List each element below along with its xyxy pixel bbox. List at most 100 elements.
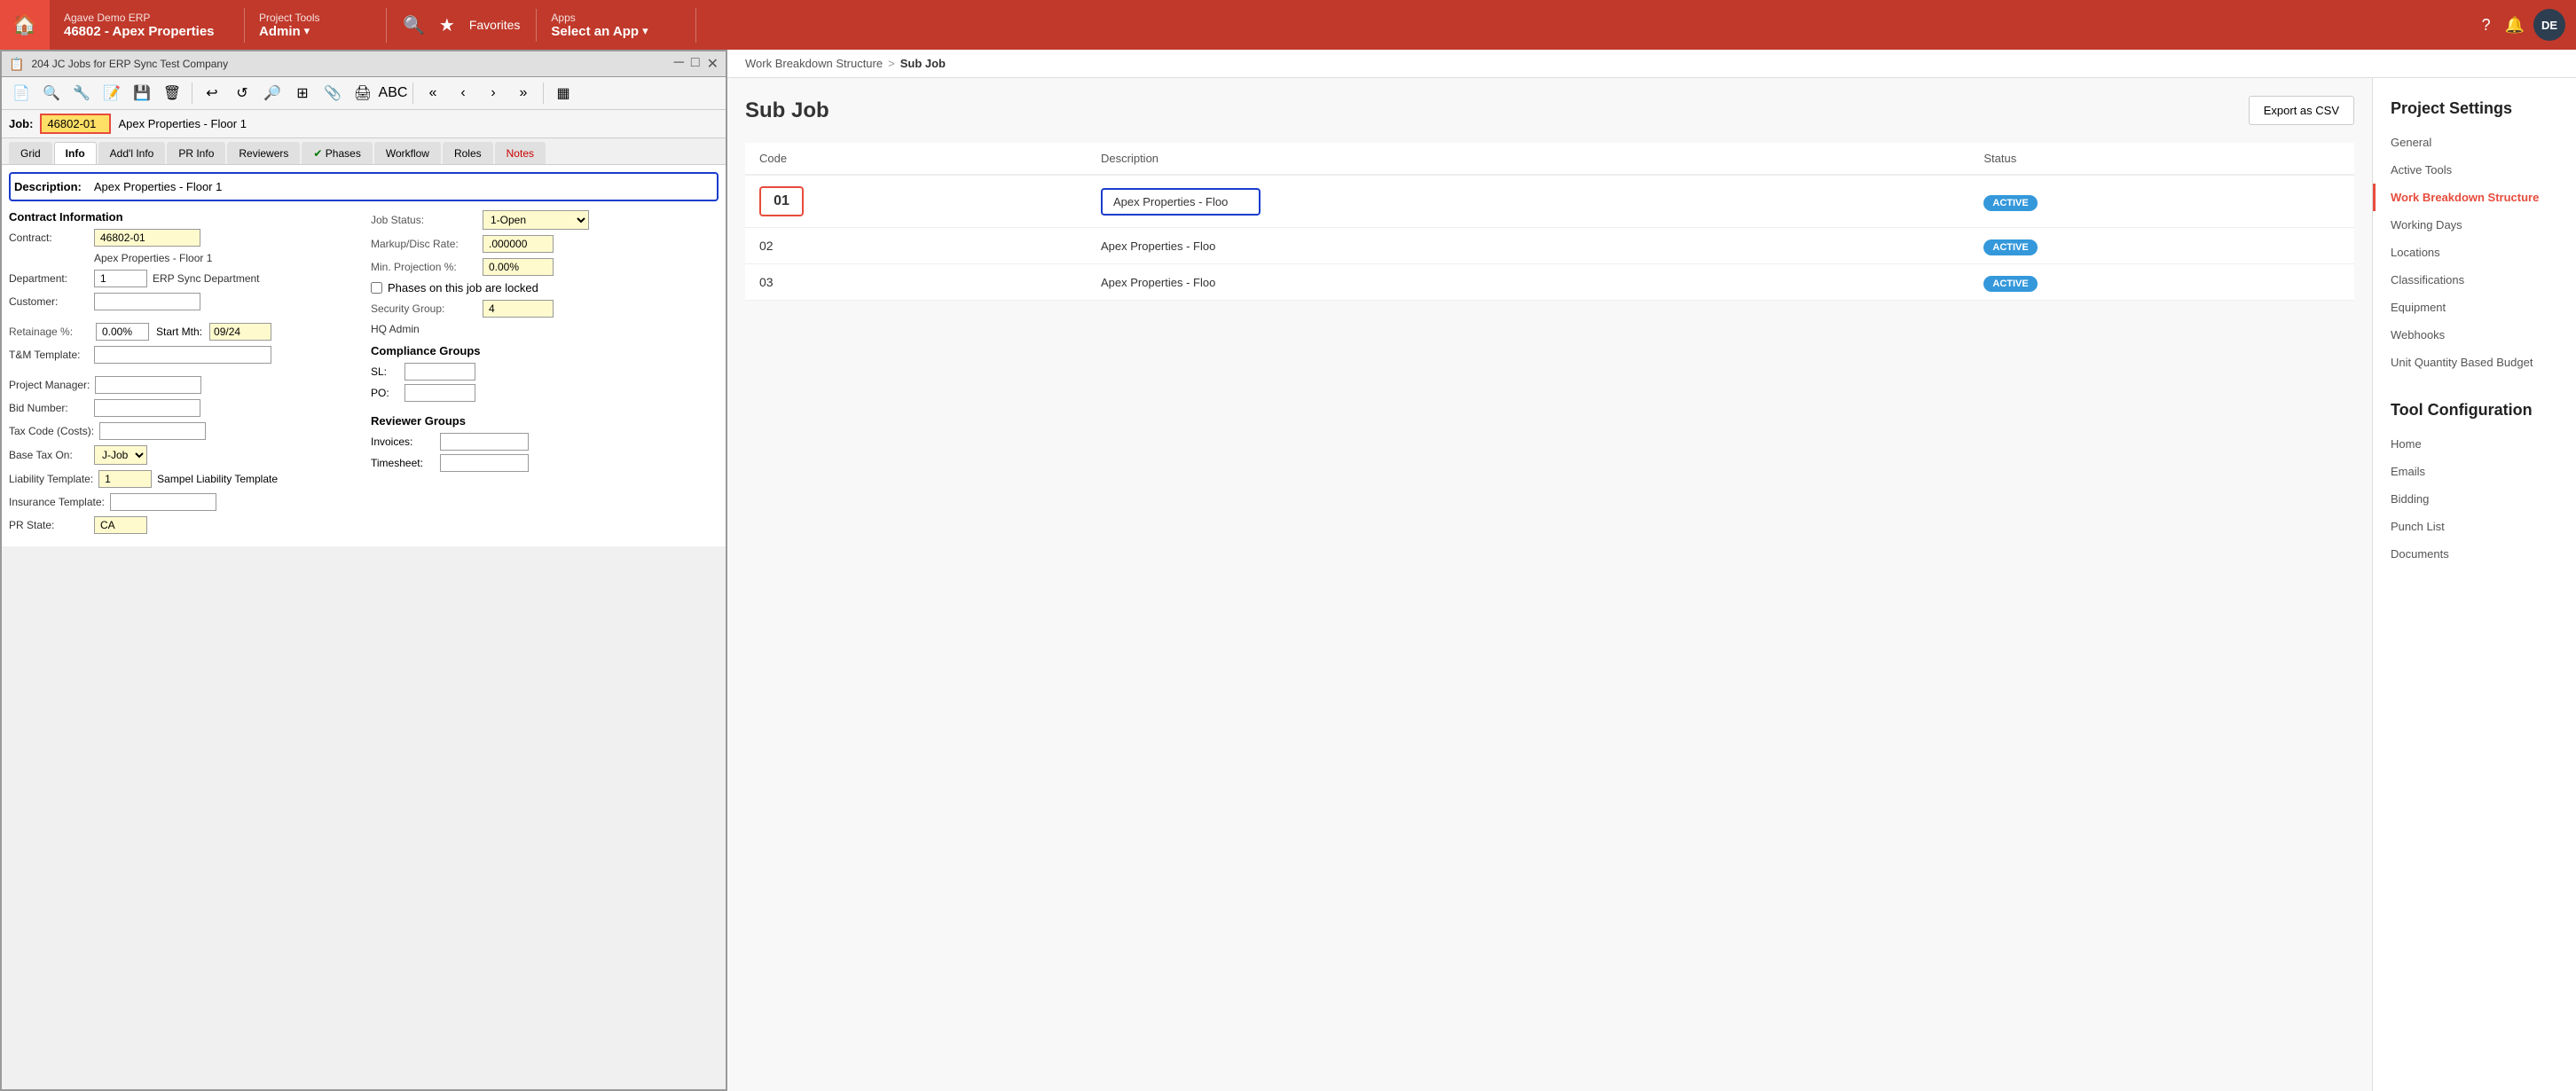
invoices-input[interactable] (440, 433, 529, 451)
favorites-label[interactable]: Favorites (464, 12, 526, 37)
liability-input[interactable] (98, 470, 152, 488)
sidebar-item-documents[interactable]: Documents (2373, 540, 2576, 568)
project-tools-section[interactable]: Project Tools Admin ▾ (245, 8, 387, 43)
new-button[interactable]: 📄 (9, 81, 34, 106)
search-icon[interactable]: 🔍 (397, 9, 430, 42)
sidebar-item-equipment[interactable]: Equipment (2373, 294, 2576, 321)
insurance-input[interactable] (110, 493, 216, 511)
timesheet-input[interactable] (440, 454, 529, 472)
app-title: 204 JC Jobs for ERP Sync Test Company (31, 58, 228, 70)
grid-button[interactable]: ⊞ (290, 81, 315, 106)
contract-input[interactable] (94, 229, 200, 247)
sidebar-item-webhooks[interactable]: Webhooks (2373, 321, 2576, 349)
description-input[interactable] (89, 177, 713, 196)
tax-code-input[interactable] (99, 422, 206, 440)
retainage-input[interactable] (96, 323, 149, 341)
next-button[interactable]: › (481, 81, 506, 106)
erp-project: 46802 - Apex Properties (64, 24, 230, 39)
delete-button[interactable]: 🗑 (160, 81, 185, 106)
export-csv-button[interactable]: Export as CSV (2249, 96, 2354, 125)
tab-info[interactable]: Info (54, 142, 97, 164)
insurance-row: Insurance Template: (9, 493, 357, 511)
save-button[interactable]: 💾 (130, 81, 154, 106)
project-tools-label: Project Tools (259, 12, 372, 24)
department-input[interactable] (94, 270, 147, 287)
tab-reviewers[interactable]: Reviewers (227, 142, 300, 164)
sidebar-item-wbs[interactable]: Work Breakdown Structure (2373, 184, 2576, 211)
tab-pr-info[interactable]: PR Info (167, 142, 225, 164)
pr-state-input[interactable] (94, 516, 147, 534)
home-button[interactable]: 🏠 (0, 0, 50, 50)
job-number-input[interactable] (40, 114, 111, 134)
apps-section[interactable]: Apps Select an App ▾ (537, 8, 696, 43)
undo-button[interactable]: ↩ (200, 81, 224, 106)
phases-locked-row: Phases on this job are locked (371, 281, 719, 294)
close-button[interactable]: ✕ (707, 55, 719, 73)
min-proj-row: Min. Projection %: (371, 258, 719, 276)
sidebar-item-bidding[interactable]: Bidding (2373, 485, 2576, 513)
row1-status: ACTIVE (1969, 175, 2354, 228)
min-proj-label: Min. Projection %: (371, 261, 477, 273)
tab-phases[interactable]: ✔ Phases (302, 142, 372, 164)
base-tax-row: Base Tax On: J-Job (9, 445, 357, 465)
sidebar-item-punch-list[interactable]: Punch List (2373, 513, 2576, 540)
po-input[interactable] (404, 384, 475, 402)
base-tax-select[interactable]: J-Job (94, 445, 147, 465)
sidebar-item-classifications[interactable]: Classifications (2373, 266, 2576, 294)
tab-addl-info[interactable]: Add'l Info (98, 142, 166, 164)
invoices-row: Invoices: (371, 433, 719, 451)
min-proj-input[interactable] (483, 258, 554, 276)
sidebar-item-active-tools[interactable]: Active Tools (2373, 156, 2576, 184)
customer-input[interactable] (94, 293, 200, 310)
tm-template-input[interactable] (94, 346, 271, 364)
sidebar-item-home[interactable]: Home (2373, 430, 2576, 458)
bid-number-input[interactable] (94, 399, 200, 417)
spell-button[interactable]: ABC (381, 81, 405, 106)
help-icon[interactable]: ? (2477, 11, 2496, 40)
zoom-button[interactable]: 🔎 (260, 81, 285, 106)
start-mth-input[interactable] (209, 323, 271, 341)
table-row[interactable]: 01 Apex Properties - Floo ACTIVE (745, 175, 2354, 228)
sidebar-item-locations[interactable]: Locations (2373, 239, 2576, 266)
security-group-input[interactable] (483, 300, 554, 318)
sidebar-item-uqbb[interactable]: Unit Quantity Based Budget (2373, 349, 2576, 376)
sidebar-item-emails[interactable]: Emails (2373, 458, 2576, 485)
breadcrumb-parent[interactable]: Work Breakdown Structure (745, 57, 883, 70)
star-icon[interactable]: ★ (434, 9, 460, 42)
user-avatar[interactable]: DE (2533, 9, 2565, 41)
subjob-area: Sub Job Export as CSV Code Description S… (727, 78, 2576, 1091)
markup-row: Markup/Disc Rate: (371, 235, 719, 253)
first-button[interactable]: « (420, 81, 445, 106)
markup-input[interactable] (483, 235, 554, 253)
phases-locked-checkbox[interactable] (371, 282, 382, 294)
project-manager-input[interactable] (95, 376, 201, 394)
minimize-button[interactable]: ─ (674, 55, 684, 73)
table-row[interactable]: 02 Apex Properties - Floo ACTIVE (745, 228, 2354, 264)
tools-button[interactable]: 🔧 (69, 81, 94, 106)
tab-grid[interactable]: Grid (9, 142, 52, 164)
phases-locked-label: Phases on this job are locked (388, 281, 538, 294)
attach-button[interactable]: 📎 (320, 81, 345, 106)
prev-button[interactable]: ‹ (451, 81, 475, 106)
note-button[interactable]: 📝 (99, 81, 124, 106)
bell-icon[interactable]: 🔔 (2500, 11, 2530, 40)
maximize-button[interactable]: □ (691, 55, 700, 73)
sidebar-item-working-days[interactable]: Working Days (2373, 211, 2576, 239)
table-row[interactable]: 03 Apex Properties - Floo ACTIVE (745, 264, 2354, 301)
table-button[interactable]: ▦ (551, 81, 576, 106)
reviewer-section-title: Reviewer Groups (371, 414, 719, 428)
last-button[interactable]: » (511, 81, 536, 106)
tab-workflow[interactable]: Workflow (374, 142, 441, 164)
tab-roles[interactable]: Roles (443, 142, 493, 164)
sidebar-item-general[interactable]: General (2373, 129, 2576, 156)
job-status-select[interactable]: 1-Open (483, 210, 589, 230)
search-button[interactable]: 🔍 (39, 81, 64, 106)
department-field-row: Department: ERP Sync Department (9, 270, 357, 287)
insurance-label: Insurance Template: (9, 496, 105, 508)
refresh-button[interactable]: ↺ (230, 81, 255, 106)
tab-notes[interactable]: Notes (495, 142, 546, 164)
sl-input[interactable] (404, 363, 475, 381)
erp-info-section[interactable]: Agave Demo ERP 46802 - Apex Properties (50, 8, 245, 43)
contract-label: Contract: (9, 232, 89, 244)
print-button[interactable]: 🖨 (350, 81, 375, 106)
